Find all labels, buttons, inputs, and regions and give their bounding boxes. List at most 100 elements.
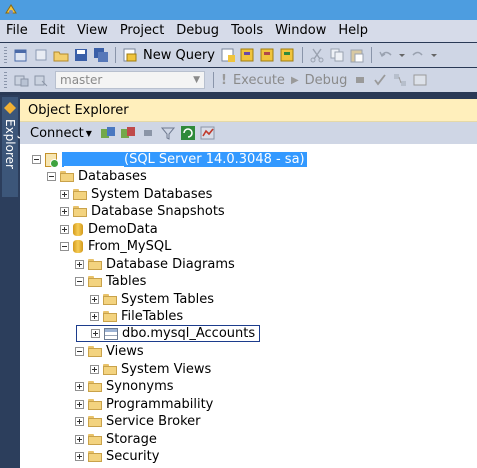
expand-icon[interactable] xyxy=(75,435,84,444)
new-project-icon[interactable] xyxy=(13,47,29,63)
save-all-icon[interactable] xyxy=(93,47,109,63)
copy-icon[interactable] xyxy=(329,47,345,63)
disconnect-icon[interactable] xyxy=(120,125,136,141)
filter-icon[interactable] xyxy=(160,125,176,141)
menu-debug[interactable]: Debug xyxy=(170,20,225,42)
menu-edit[interactable]: Edit xyxy=(34,20,71,42)
connect-object-explorer-icon[interactable] xyxy=(100,125,116,141)
tree-node-tables[interactable]: Tables xyxy=(75,273,146,290)
folder-icon xyxy=(88,381,102,392)
new-query-icon[interactable] xyxy=(122,47,138,63)
debug-play-icon: ▶ xyxy=(290,74,299,86)
expand-icon[interactable] xyxy=(90,295,99,304)
analysis-dmx-query-icon[interactable] xyxy=(260,47,276,63)
collapse-icon[interactable] xyxy=(75,277,84,286)
database-icon xyxy=(73,240,83,253)
menu-window[interactable]: Window xyxy=(269,20,332,42)
save-icon[interactable] xyxy=(73,47,89,63)
tree-node-database-snapshots[interactable]: Database Snapshots xyxy=(60,203,225,220)
folder-icon xyxy=(88,451,102,462)
menu-project[interactable]: Project xyxy=(114,20,170,42)
redo-dropdown-icon[interactable] xyxy=(430,47,438,63)
tree-node-security[interactable]: Security xyxy=(75,448,159,465)
tree-node-views[interactable]: Views xyxy=(75,343,144,360)
tree-node-system-databases[interactable]: System Databases xyxy=(60,186,212,203)
open-file-icon[interactable] xyxy=(53,47,69,63)
object-explorer-tab[interactable]: Object Explorer xyxy=(2,97,31,197)
undo-icon[interactable] xyxy=(378,47,394,63)
tree-node-service-broker[interactable]: Service Broker xyxy=(75,413,201,430)
toolbar-grip[interactable] xyxy=(4,47,7,63)
folder-icon xyxy=(88,276,102,287)
tree-node-demodata[interactable]: DemoData xyxy=(60,221,158,238)
analysis-mdx-query-icon[interactable] xyxy=(240,47,256,63)
expand-icon[interactable] xyxy=(60,207,69,216)
tree-node-label: Synonyms xyxy=(106,379,174,394)
expand-icon[interactable] xyxy=(75,452,84,461)
tree-node-system-tables[interactable]: System Tables xyxy=(90,291,214,308)
tree-node-databases[interactable]: Databases xyxy=(47,168,147,185)
cancel-query-icon[interactable] xyxy=(352,72,368,88)
server-label: (SQL Server 14.0.3048 - sa) xyxy=(62,152,307,167)
expand-icon[interactable] xyxy=(60,225,69,234)
toolbar-separator xyxy=(115,47,116,63)
expand-icon[interactable] xyxy=(90,365,99,374)
menu-help[interactable]: Help xyxy=(332,20,374,42)
refresh-icon[interactable] xyxy=(180,125,196,141)
expand-icon[interactable] xyxy=(75,260,84,269)
expand-icon[interactable] xyxy=(75,400,84,409)
expand-icon[interactable] xyxy=(90,312,99,321)
collapse-icon[interactable] xyxy=(32,155,41,164)
ssms-app-icon[interactable] xyxy=(4,3,18,17)
tree-node-dbo-mysql-accounts[interactable]: dbo.mysql_Accounts xyxy=(76,325,261,342)
tree-node-label: Security xyxy=(106,449,160,464)
tree-node-label: Tables xyxy=(106,274,147,289)
menu-tools[interactable]: Tools xyxy=(225,20,269,42)
activity-monitor-icon[interactable] xyxy=(200,125,216,141)
expand-icon[interactable] xyxy=(91,329,100,338)
cut-icon[interactable] xyxy=(309,47,325,63)
tree-node-storage[interactable]: Storage xyxy=(75,431,157,448)
collapse-icon[interactable] xyxy=(60,242,69,251)
new-query-button[interactable]: New Query xyxy=(143,48,215,63)
tree-node-programmability[interactable]: Programmability xyxy=(75,396,213,413)
tree-node-filetables[interactable]: FileTables xyxy=(90,308,183,325)
tree-node-from-mysql[interactable]: From_MySQL xyxy=(60,238,171,255)
add-item-icon[interactable] xyxy=(33,47,49,63)
server-node[interactable]: (SQL Server 14.0.3048 - sa) xyxy=(32,151,307,168)
tree-node-label: Database Diagrams xyxy=(106,257,235,272)
debug-button[interactable]: Debug xyxy=(305,73,348,88)
database-engine-query-icon[interactable] xyxy=(220,47,236,63)
collapse-icon[interactable] xyxy=(75,347,84,356)
menu-view[interactable]: View xyxy=(71,20,114,42)
display-estimated-plan-icon[interactable] xyxy=(392,72,408,88)
tree-node-database-diagrams[interactable]: Database Diagrams xyxy=(75,256,235,273)
expand-icon[interactable] xyxy=(75,382,84,391)
expand-icon[interactable] xyxy=(75,417,84,426)
redo-icon[interactable] xyxy=(410,47,426,63)
connect-dropdown-button[interactable]: Connect ▼ xyxy=(30,126,92,141)
standard-toolbar: New Query xyxy=(0,43,477,67)
connect-icon[interactable] xyxy=(13,72,29,88)
toolbar-separator xyxy=(213,72,214,88)
change-connection-icon[interactable] xyxy=(33,72,49,88)
stop-icon[interactable] xyxy=(140,125,156,141)
object-explorer-tab-icon xyxy=(4,102,16,114)
query-options-icon[interactable] xyxy=(412,72,428,88)
analysis-xmla-query-icon[interactable] xyxy=(280,47,296,63)
toolbar-grip[interactable] xyxy=(4,72,7,88)
object-explorer-header: Object Explorer xyxy=(20,99,477,122)
undo-dropdown-icon[interactable] xyxy=(398,47,406,63)
folder-icon xyxy=(103,294,117,305)
parse-checkmark-icon[interactable] xyxy=(372,72,388,88)
paste-icon[interactable] xyxy=(349,47,365,63)
expand-icon[interactable] xyxy=(60,190,69,199)
menu-bar: File Edit View Project Debug Tools Windo… xyxy=(0,20,477,42)
execute-button[interactable]: Execute xyxy=(233,73,285,88)
tree-node-synonyms[interactable]: Synonyms xyxy=(75,378,174,395)
menu-file[interactable]: File xyxy=(0,20,34,42)
collapse-icon[interactable] xyxy=(47,172,56,181)
object-explorer-side-tab: Object Explorer xyxy=(0,95,31,468)
tree-node-system-views[interactable]: System Views xyxy=(90,361,211,378)
available-databases-dropdown[interactable]: master ▼ xyxy=(55,71,205,89)
